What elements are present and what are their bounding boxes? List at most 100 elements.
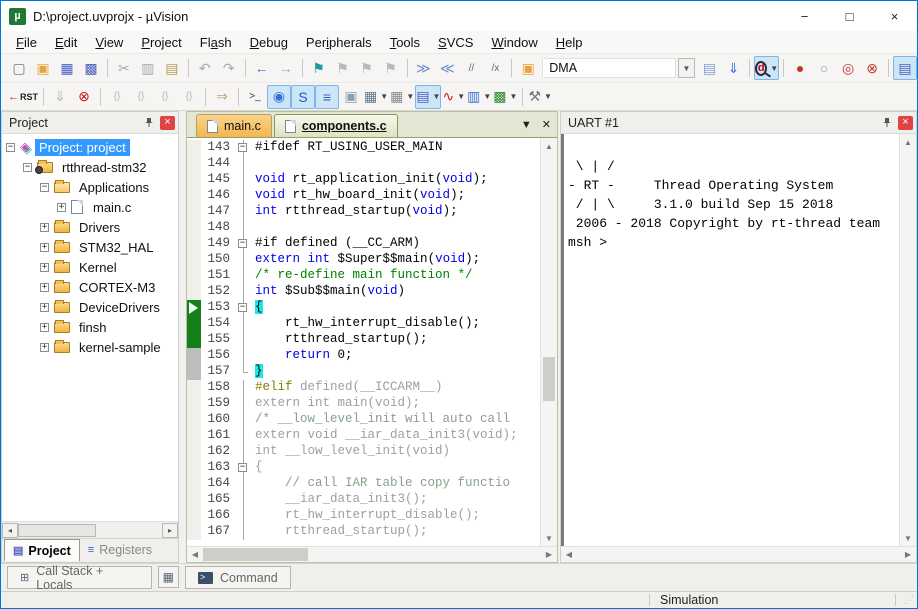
close-tab-icon[interactable]: ✕ xyxy=(542,118,551,131)
breakpoint-gutter[interactable] xyxy=(187,444,201,460)
scroll-thumb[interactable] xyxy=(543,357,555,401)
scroll-up-icon[interactable]: ▲ xyxy=(541,138,557,154)
scroll-up-icon[interactable]: ▲ xyxy=(900,134,916,150)
breakpoint-gutter[interactable] xyxy=(187,204,201,220)
editor-vscrollbar[interactable]: ▲ ▼ xyxy=(540,138,557,546)
menu-svcs[interactable]: SVCS xyxy=(429,33,482,52)
expand-icon[interactable]: + xyxy=(57,203,66,212)
expand-icon[interactable]: + xyxy=(40,323,49,332)
memory-dock-button[interactable]: ▦ xyxy=(158,566,179,588)
search-combo-dropdown-icon[interactable]: ▼ xyxy=(678,58,696,78)
breakpoint-gutter[interactable] xyxy=(187,508,201,524)
expand-icon[interactable]: + xyxy=(40,283,49,292)
project-window-toggle-icon[interactable]: ▤ xyxy=(893,56,917,80)
close-icon[interactable]: × xyxy=(898,116,913,130)
fold-collapse-icon[interactable]: − xyxy=(238,239,247,248)
save-icon[interactable]: ▦ xyxy=(55,56,79,80)
clear-all-bookmarks-icon[interactable]: ⚑ xyxy=(379,56,403,80)
menu-edit[interactable]: Edit xyxy=(46,33,86,52)
scroll-thumb[interactable] xyxy=(18,524,96,537)
dropdown-arrow-icon[interactable]: ▼ xyxy=(457,92,465,101)
tab-command[interactable]: > Command xyxy=(185,566,291,589)
save-all-icon[interactable]: ▩ xyxy=(79,56,103,80)
pin-icon[interactable] xyxy=(141,115,157,131)
system-viewer-icon[interactable]: ▥▼ xyxy=(466,85,492,109)
project-hscrollbar[interactable]: ◂ ▸ xyxy=(2,521,178,538)
dropdown-arrow-icon[interactable]: ▼ xyxy=(770,64,778,73)
scroll-left-icon[interactable]: ◀ xyxy=(561,547,577,563)
scroll-left-icon[interactable]: ◂ xyxy=(2,523,18,538)
find-in-files-icon[interactable]: ▣ xyxy=(516,56,540,80)
breakpoint-gutter[interactable] xyxy=(187,412,201,428)
scroll-down-icon[interactable]: ▼ xyxy=(541,530,557,546)
tools-menu-icon[interactable]: ⚒▼ xyxy=(527,85,552,109)
tree-item-cortex-m3[interactable]: +CORTEX-M3 xyxy=(2,277,178,297)
collapse-icon[interactable]: − xyxy=(6,143,15,152)
tree-item-applications[interactable]: −Applications xyxy=(2,177,178,197)
breakpoint-gutter[interactable] xyxy=(187,316,201,332)
memory-windows-icon[interactable]: ▦▼ xyxy=(389,85,415,109)
analysis-windows-icon[interactable]: ∿▼ xyxy=(441,85,466,109)
navigate-forward-icon[interactable]: → xyxy=(274,56,298,80)
incremental-find-icon[interactable]: ⇓ xyxy=(721,56,745,80)
tree-item-kernel-sample[interactable]: +kernel-sample xyxy=(2,337,178,357)
breakpoint-gutter[interactable] xyxy=(187,428,201,444)
breakpoint-gutter[interactable] xyxy=(187,476,201,492)
menu-help[interactable]: Help xyxy=(547,33,592,52)
dropdown-arrow-icon[interactable]: ▼ xyxy=(433,92,441,101)
tree-item-rtthread-stm32[interactable]: −rtthread-stm32 xyxy=(2,157,178,177)
breakpoint-gutter[interactable] xyxy=(187,268,201,284)
fold-collapse-icon[interactable]: − xyxy=(238,463,247,472)
step-over-icon[interactable]: {} xyxy=(129,85,153,109)
reset-cpu-icon[interactable]: ←RST xyxy=(7,85,39,109)
expand-icon[interactable]: + xyxy=(40,343,49,352)
menu-debug[interactable]: Debug xyxy=(241,33,297,52)
fold-collapse-icon[interactable]: − xyxy=(238,303,247,312)
breakpoint-gutter[interactable] xyxy=(187,252,201,268)
expand-icon[interactable]: + xyxy=(40,263,49,272)
editor-tab-components-c[interactable]: components.c xyxy=(274,114,398,137)
run-icon[interactable]: ⇓ xyxy=(48,85,72,109)
tab-registers[interactable]: ≡ Registers xyxy=(80,539,160,561)
start-stop-debug-session-icon[interactable]: d▼ xyxy=(754,56,779,80)
expand-icon[interactable]: + xyxy=(40,243,49,252)
cut-icon[interactable]: ✂ xyxy=(112,56,136,80)
disable-all-breakpoints-icon[interactable]: ◎ xyxy=(836,56,860,80)
breakpoint-gutter[interactable] xyxy=(187,236,201,252)
dropdown-arrow-icon[interactable]: ▼ xyxy=(510,92,518,101)
stop-icon[interactable]: ⊗ xyxy=(72,85,96,109)
scroll-down-icon[interactable]: ▼ xyxy=(900,530,916,546)
breakpoint-gutter[interactable] xyxy=(187,332,201,348)
unindent-icon[interactable]: ≪ xyxy=(435,56,459,80)
breakpoint-gutter[interactable] xyxy=(187,156,201,172)
tree-item-project-project[interactable]: −◈Project: project xyxy=(2,137,178,157)
breakpoint-gutter[interactable] xyxy=(187,364,201,380)
copy-icon[interactable]: ▥ xyxy=(136,56,160,80)
expand-icon[interactable]: + xyxy=(40,223,49,232)
expand-icon[interactable]: + xyxy=(40,303,49,312)
command-window-icon[interactable]: >_ xyxy=(243,85,267,109)
uncomment-selection-icon[interactable]: /x xyxy=(483,56,507,80)
open-file-icon[interactable]: ▣ xyxy=(31,56,55,80)
enable-disable-breakpoint-icon[interactable]: ○ xyxy=(812,56,836,80)
menu-file[interactable]: File xyxy=(7,33,46,52)
breakpoint-gutter[interactable] xyxy=(187,300,201,316)
serial-windows-icon[interactable]: ▤▼ xyxy=(415,85,441,109)
minimize-button[interactable]: − xyxy=(782,1,827,31)
find-in-files-dialog-icon[interactable]: ▤ xyxy=(697,56,721,80)
insert-bookmark-icon[interactable]: ⚑ xyxy=(307,56,331,80)
step-icon[interactable]: {} xyxy=(105,85,129,109)
tree-item-drivers[interactable]: +Drivers xyxy=(2,217,178,237)
comment-selection-icon[interactable]: // xyxy=(459,56,483,80)
paste-icon[interactable]: ▤ xyxy=(160,56,184,80)
show-next-statement-icon[interactable]: ⇒ xyxy=(210,85,234,109)
resize-grip[interactable]: ⋰ xyxy=(904,595,917,606)
panel-splitter[interactable] xyxy=(179,111,186,563)
next-bookmark-icon[interactable]: ⚑ xyxy=(355,56,379,80)
code-editor[interactable]: 143−#ifdef RT_USING_USER_MAIN144145void … xyxy=(187,138,540,546)
disassembly-window-icon[interactable]: ◉ xyxy=(267,85,291,109)
scroll-right-icon[interactable]: ▶ xyxy=(900,547,916,563)
editor-hscrollbar[interactable]: ◀ ▶ xyxy=(187,546,557,562)
watch-windows-icon[interactable]: ▦▼ xyxy=(363,85,389,109)
breakpoint-gutter[interactable] xyxy=(187,460,201,476)
